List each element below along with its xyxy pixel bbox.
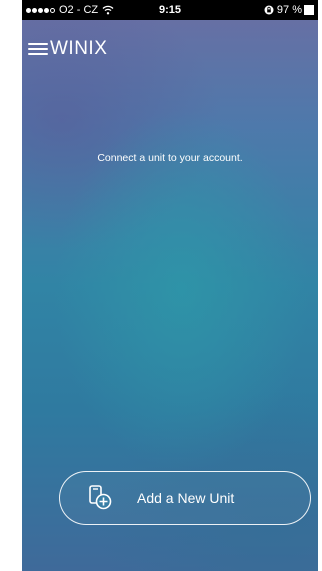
- status-bar: O2 - CZ 9:15 97 %: [22, 0, 318, 20]
- battery-percentage: 97 %: [276, 4, 302, 16]
- empty-state-message: Connect a unit to your account.: [97, 152, 243, 164]
- hamburger-menu-icon[interactable]: [28, 40, 48, 60]
- menu-line: [28, 48, 48, 50]
- menu-line: [28, 43, 48, 45]
- status-right: 97 %: [264, 4, 314, 16]
- app-screen: O2 - CZ 9:15 97 % WINIX Connect a unit t…: [22, 0, 318, 571]
- orientation-lock-icon: [264, 5, 274, 15]
- app-header: WINIX: [22, 38, 318, 66]
- add-device-icon: [89, 485, 112, 510]
- add-unit-label: Add a New Unit: [137, 490, 235, 506]
- app-title: WINIX: [50, 38, 108, 59]
- battery-icon: [304, 5, 314, 15]
- add-new-unit-button[interactable]: Add a New Unit: [59, 471, 311, 525]
- menu-line: [28, 53, 48, 55]
